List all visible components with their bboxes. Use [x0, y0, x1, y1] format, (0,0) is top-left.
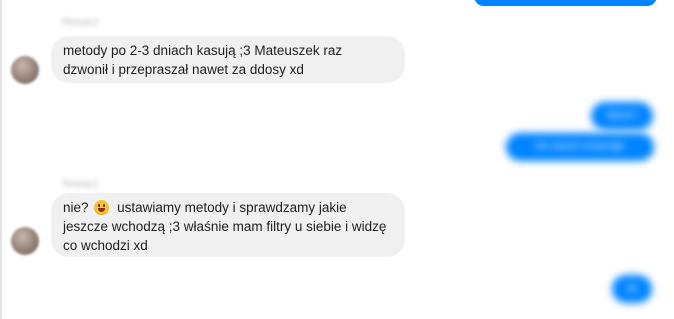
user-avatar-icon[interactable]	[11, 227, 39, 255]
chat-conversation: Nosacz metody po 2-3 dniach kasują ;3 Ma…	[0, 0, 674, 319]
message-line: jeszcze wchodzą ;3 właśnie mam filtry u …	[63, 219, 387, 234]
grinning-face-emoji-icon	[94, 200, 110, 215]
outgoing-message[interactable]: ok	[612, 275, 652, 303]
sender-name: Nosacz	[62, 16, 99, 28]
incoming-message[interactable]: nie? ustawiamy metody i sprawdzamy jakie…	[51, 193, 405, 257]
outgoing-message[interactable]: Ilpssx?	[591, 102, 653, 130]
message-text: nie?	[63, 200, 89, 215]
message-line: metody po 2-3 dniach kasują ;3 Mateuszek…	[63, 43, 343, 58]
sender-name: Nosacz	[62, 178, 99, 190]
incoming-message[interactable]: metody po 2-3 dniach kasują ;3 Mateuszek…	[51, 36, 405, 83]
outgoing-message-partial[interactable]	[474, 0, 657, 6]
message-line: dzwonił i przepraszał nawet za ddosy xd	[63, 62, 304, 77]
pane-divider	[0, 0, 2, 319]
message-line: nie? ustawiamy metody i sprawdzamy jakie	[63, 198, 393, 217]
user-avatar-icon[interactable]	[11, 56, 39, 84]
message-text: ustawiamy metody i sprawdzamy jakie	[117, 200, 347, 215]
message-line: co wchodzi xd	[63, 238, 148, 253]
outgoing-message[interactable]: No ranszt vnnamaje	[506, 133, 654, 161]
